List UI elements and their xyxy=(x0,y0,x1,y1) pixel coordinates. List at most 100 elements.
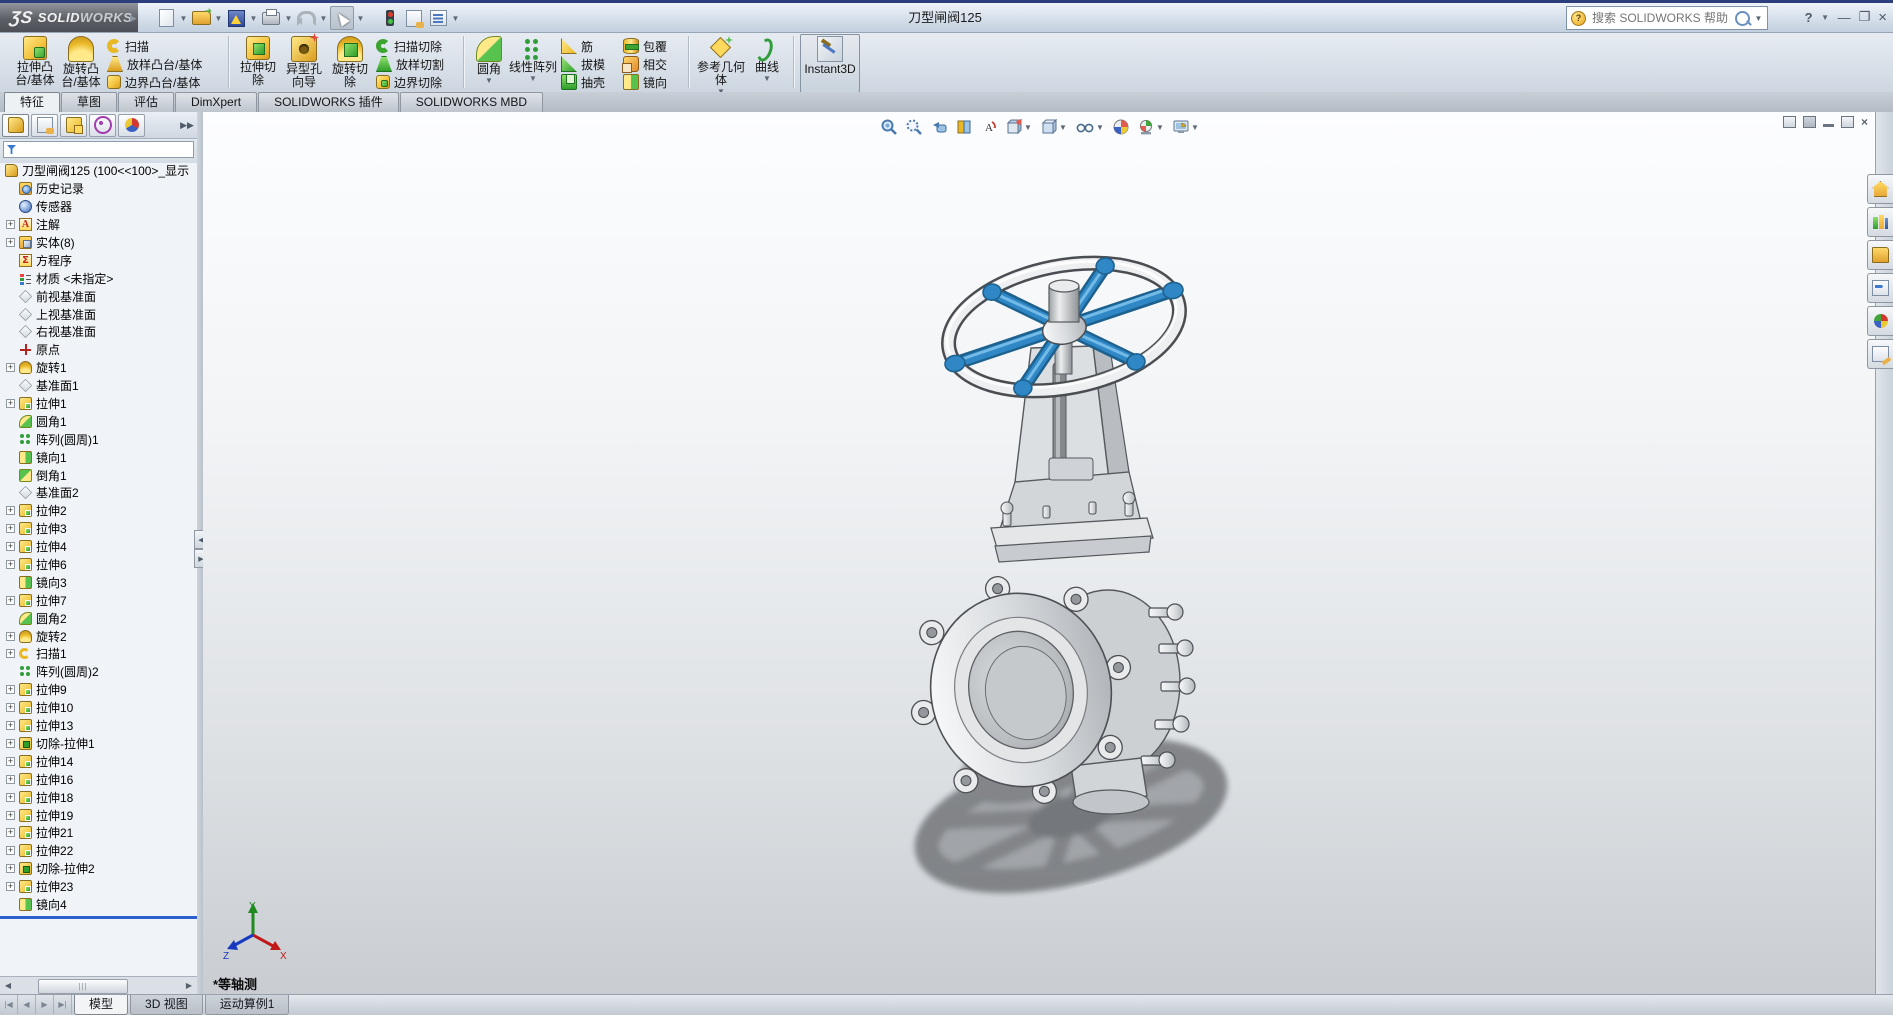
tree-item[interactable]: 历史记录 xyxy=(0,180,197,198)
linear-pattern-button[interactable]: 线性阵列 ▼ xyxy=(508,34,558,92)
restore-button[interactable]: ❐ xyxy=(1859,9,1871,25)
expand-toggle[interactable] xyxy=(6,399,15,409)
expand-toggle[interactable] xyxy=(6,703,15,713)
model-tab[interactable]: 模型 xyxy=(74,995,129,1015)
view-palette-tab[interactable] xyxy=(1867,273,1893,303)
hide-show-dropdown-arrow[interactable]: ▼ xyxy=(1096,116,1105,138)
doc-close-icon[interactable]: × xyxy=(1861,116,1868,128)
view-settings-dropdown-arrow[interactable]: ▼ xyxy=(1191,116,1200,138)
open-button[interactable] xyxy=(190,7,212,29)
zoom-to-area-button[interactable] xyxy=(905,118,923,136)
tree-item[interactable]: 前视基准面 xyxy=(0,287,197,305)
doc-restore-icon[interactable] xyxy=(1782,116,1796,128)
rebuild-button[interactable] xyxy=(379,7,401,29)
tab-evaluate[interactable]: 评估 xyxy=(118,92,175,112)
expand-toggle[interactable] xyxy=(6,721,15,731)
tree-filter-input[interactable] xyxy=(3,141,194,158)
tree-item[interactable]: 拉伸2 xyxy=(0,502,197,520)
tree-item[interactable]: 拉伸7 xyxy=(0,591,197,609)
next-tab-button[interactable]: ▶ xyxy=(36,995,54,1014)
swept-cut-button[interactable]: 扫描切除 xyxy=(373,37,457,55)
print-button[interactable] xyxy=(260,7,282,29)
reference-geometry-button[interactable]: 参考几何体 ▼ xyxy=(695,34,747,96)
propertymanager-tab[interactable] xyxy=(31,113,58,137)
instant3d-button[interactable]: Instant3D xyxy=(800,34,860,93)
tree-item[interactable]: 拉伸23 xyxy=(0,878,197,896)
tree-item[interactable]: 拉伸1 xyxy=(0,395,197,413)
scroll-right-arrow[interactable]: ▶ xyxy=(181,978,197,993)
custom-properties-tab[interactable] xyxy=(1867,339,1893,369)
revolved-cut-button[interactable]: 旋转切除 xyxy=(327,34,373,92)
tree-item[interactable]: 阵列(圆周)1 xyxy=(0,430,197,448)
display-style-button[interactable]: ▼ xyxy=(1040,116,1068,138)
tree-item[interactable]: 实体(8) xyxy=(0,234,197,252)
tree-item[interactable]: 倒角1 xyxy=(0,466,197,484)
expand-toggle[interactable] xyxy=(6,220,15,230)
expand-toggle[interactable] xyxy=(6,238,15,247)
doc-minimize-icon[interactable] xyxy=(1822,124,1834,127)
intersect-button[interactable]: 相交 xyxy=(620,55,682,73)
help-button[interactable]: ? xyxy=(1805,10,1813,25)
tab-solidworks-mbd[interactable]: SOLIDWORKS MBD xyxy=(399,92,544,112)
tree-item[interactable]: 切除-拉伸2 xyxy=(0,860,197,878)
doc-cascade-icon[interactable] xyxy=(1802,116,1816,128)
tree-item[interactable]: 镜向3 xyxy=(0,573,197,591)
apply-scene-button[interactable]: ▼ xyxy=(1137,116,1165,138)
save-button[interactable] xyxy=(225,7,247,29)
expand-toggle[interactable] xyxy=(6,846,15,856)
apply-scene-dropdown-arrow[interactable]: ▼ xyxy=(1156,116,1165,138)
first-tab-button[interactable]: |◀ xyxy=(0,995,18,1014)
tree-item[interactable]: 上视基准面 xyxy=(0,305,197,323)
tree-item[interactable]: 拉伸9 xyxy=(0,681,197,699)
last-tab-button[interactable]: ▶| xyxy=(54,995,72,1014)
expand-toggle[interactable] xyxy=(6,882,15,892)
scroll-thumb[interactable]: ||| xyxy=(38,979,128,994)
doc-maximize-icon[interactable] xyxy=(1840,116,1854,128)
search-icon[interactable] xyxy=(1735,10,1750,26)
tab-solidworks-addins[interactable]: SOLIDWORKS 插件 xyxy=(258,92,399,112)
tree-item[interactable]: 圆角1 xyxy=(0,412,197,430)
expand-toggle[interactable] xyxy=(6,542,15,552)
options-button[interactable] xyxy=(427,7,449,29)
help-search-box[interactable]: ? ▼ xyxy=(1566,6,1768,30)
tree-item[interactable]: 镜向1 xyxy=(0,448,197,466)
print-dropdown-arrow[interactable]: ▼ xyxy=(284,7,293,29)
expand-toggle[interactable] xyxy=(6,685,15,695)
design-library-tab[interactable] xyxy=(1867,207,1893,237)
tree-item[interactable]: 阵列(圆周)2 xyxy=(0,663,197,681)
undo-button[interactable] xyxy=(295,7,317,29)
tree-item[interactable]: 拉伸4 xyxy=(0,538,197,556)
undo-dropdown-arrow[interactable]: ▼ xyxy=(319,7,328,29)
tree-horizontal-scrollbar[interactable]: ◀ ||| ▶ xyxy=(0,976,197,994)
rib-button[interactable]: 筋 xyxy=(558,37,620,55)
tree-item[interactable]: 拉伸22 xyxy=(0,842,197,860)
expand-toggle[interactable] xyxy=(6,560,15,570)
scroll-track[interactable]: ||| xyxy=(16,978,181,994)
configurationmanager-tab[interactable] xyxy=(60,113,87,137)
tree-item[interactable]: 拉伸6 xyxy=(0,556,197,574)
fillet-dropdown-arrow[interactable]: ▼ xyxy=(485,77,493,85)
new-dropdown-arrow[interactable]: ▼ xyxy=(179,7,188,29)
section-view-button[interactable] xyxy=(955,118,973,136)
tree-item[interactable]: 拉伸3 xyxy=(0,520,197,538)
boundary-boss-button[interactable]: 边界凸台/基体 xyxy=(104,73,222,91)
tree-item[interactable]: 镜向4 xyxy=(0,896,197,914)
tree-item[interactable]: 圆角2 xyxy=(0,609,197,627)
shell-button[interactable]: 抽壳 xyxy=(558,73,620,91)
zoom-to-fit-button[interactable] xyxy=(880,118,898,136)
tree-item[interactable]: 拉伸18 xyxy=(0,788,197,806)
tree-item[interactable]: 拉伸19 xyxy=(0,806,197,824)
new-document-button[interactable] xyxy=(155,7,177,29)
displaymanager-tab[interactable] xyxy=(118,113,145,137)
view-orientation-button[interactable]: ▼ xyxy=(1005,116,1033,138)
expand-toggle[interactable] xyxy=(6,595,15,605)
expand-toggle[interactable] xyxy=(6,828,15,838)
display-style-dropdown-arrow[interactable]: ▼ xyxy=(1059,116,1068,138)
expand-toggle[interactable] xyxy=(6,738,15,748)
hide-show-items-button[interactable]: ▼ xyxy=(1075,116,1105,138)
file-explorer-tab[interactable] xyxy=(1867,240,1893,270)
expand-toggle[interactable] xyxy=(6,363,15,373)
expand-toggle[interactable] xyxy=(6,631,15,641)
tree-item[interactable]: 原点 xyxy=(0,341,197,359)
curves-button[interactable]: 曲线 ▼ xyxy=(747,34,787,92)
